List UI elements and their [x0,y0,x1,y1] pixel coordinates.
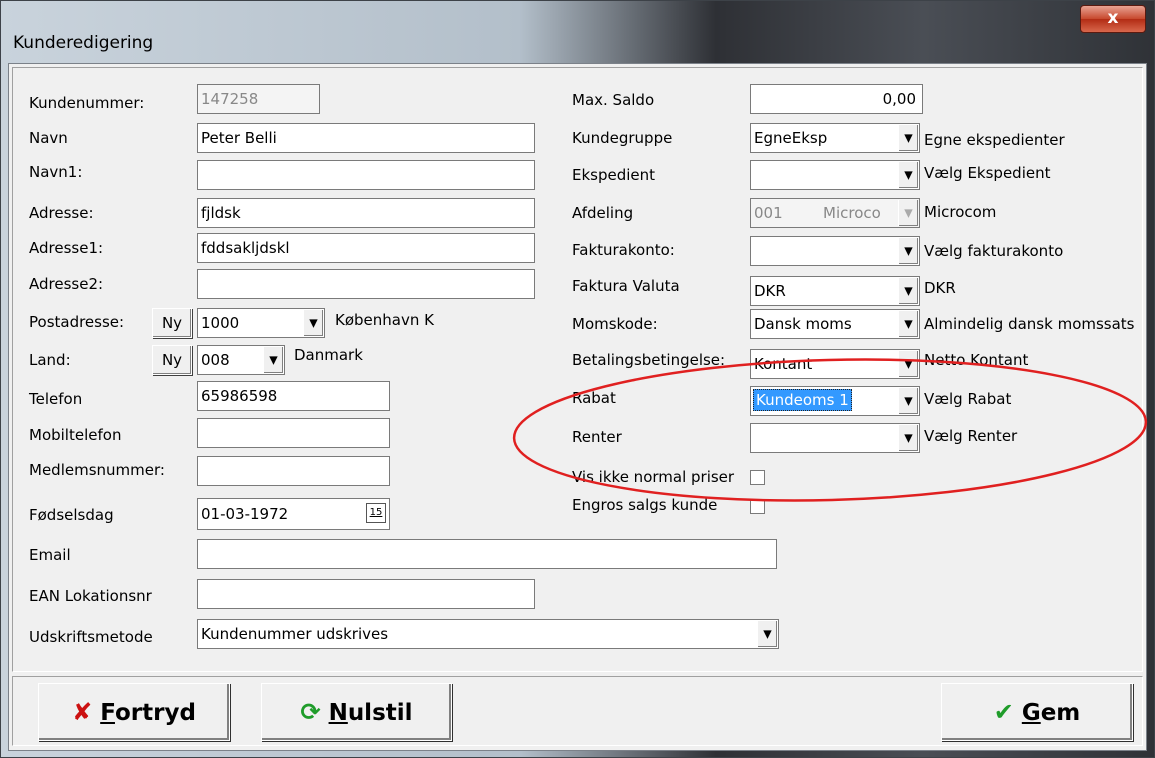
faktura-valuta-value: DKR [754,282,786,300]
medlemsnummer-label: Medlemsnummer: [29,461,165,479]
nulstil-mnemonic: N [328,700,348,726]
postadresse-label: Postadresse: [29,313,125,331]
navn1-field[interactable] [197,160,535,190]
foedselsdag-label: Fødselsdag [29,506,114,524]
land-label: Land: [29,351,71,369]
button-bar: ✘ Fortryd ⟳ Nulstil ✔ Gem [12,676,1143,746]
chevron-down-icon[interactable]: ▼ [898,238,918,264]
navn-label: Navn [29,129,68,147]
medlemsnummer-field[interactable] [197,456,390,486]
kundenummer-label: Kundenummer: [29,94,145,112]
afdeling-label: Afdeling [572,204,634,222]
kundegruppe-desc: Egne ekspedienter [924,131,1065,149]
email-label: Email [29,546,71,564]
postadresse-city: København K [335,311,434,329]
nulstil-label: ulstil [347,700,413,726]
max-saldo-field[interactable]: 0,00 [750,84,923,114]
foedselsdag-value: 01-03-1972 [201,505,289,523]
gem-label: em [1040,700,1081,726]
chevron-down-icon[interactable]: ▼ [898,200,918,226]
chevron-down-icon[interactable]: ▼ [898,278,918,304]
refresh-icon: ⟳ [300,698,321,726]
afdeling-desc: Microcom [924,203,997,221]
chevron-down-icon[interactable]: ▼ [263,347,283,373]
telefon-field[interactable]: 65986598 [197,381,390,411]
fakturakonto-desc: Vælg fakturakonto [924,242,1064,260]
navn1-label: Navn1: [29,163,83,181]
fakturakonto-dropdown[interactable]: ▼ [750,236,920,266]
cross-icon: ✘ [72,698,93,726]
fortryd-label: ortryd [114,700,196,726]
email-field[interactable] [197,539,777,569]
land-ny-button[interactable]: Ny [152,345,192,375]
postadresse-dropdown[interactable]: 1000 ▼ [197,308,325,338]
kundegruppe-dropdown[interactable]: EgneEksp ▼ [750,123,920,153]
adresse1-label: Adresse1: [29,239,104,257]
customer-form: Kundenummer: 147258 Navn Peter Belli Nav… [12,67,1148,672]
foedselsdag-field[interactable]: 01-03-1972 15 [197,498,390,530]
gem-mnemonic: G [1021,700,1041,726]
close-button[interactable]: x [1080,5,1146,33]
postadresse-value: 1000 [201,314,240,332]
fortryd-mnemonic: F [100,700,115,726]
checkmark-icon: ✔ [993,698,1014,726]
kundegruppe-value: EgneEksp [754,129,828,147]
ean-label: EAN Lokationsnr [29,587,152,605]
telefon-label: Telefon [29,390,83,408]
faktura-valuta-label: Faktura Valuta [572,277,680,295]
land-dropdown[interactable]: 008 ▼ [197,345,285,375]
ekspedient-label: Ekspedient [572,166,656,184]
afdeling-sub: Microco [823,204,881,222]
land-country: Danmark [294,346,363,364]
momskode-value: Dansk moms [754,315,852,333]
adresse-label: Adresse: [29,204,94,222]
momskode-dropdown[interactable]: Dansk moms ▼ [750,309,920,339]
ekspedient-desc: Vælg Ekspedient [924,164,1051,182]
momskode-desc: Almindelig dansk momssats [924,315,1135,333]
udskriftsmetode-label: Udskriftsmetode [29,628,153,646]
adresse-field[interactable]: fjldsk [197,198,535,228]
fakturakonto-label: Fakturakonto: [572,241,675,259]
kundegruppe-label: Kundegruppe [572,129,673,147]
udskriftsmetode-dropdown[interactable]: Kundenummer udskrives ▼ [197,619,779,649]
adresse2-field[interactable] [197,269,535,299]
faktura-valuta-dropdown[interactable]: DKR ▼ [750,276,920,306]
adresse1-field[interactable]: fddsakljdskl [197,233,535,263]
fortryd-button[interactable]: ✘ Fortryd [38,683,230,741]
land-value: 008 [201,351,230,369]
ekspedient-dropdown[interactable]: ▼ [750,160,920,190]
faktura-valuta-desc: DKR [924,279,956,297]
mobiltelefon-field[interactable] [197,418,390,448]
max-saldo-label: Max. Saldo [572,91,655,109]
dialog-window: Kunderedigering x Kundenummer: 147258 Na… [0,0,1155,758]
afdeling-value: 001 [754,204,783,222]
udskriftsmetode-value: Kundenummer udskrives [201,625,389,643]
navn-field[interactable]: Peter Belli [197,123,535,153]
chevron-down-icon[interactable]: ▼ [898,125,918,151]
mobiltelefon-label: Mobiltelefon [29,426,122,444]
chevron-down-icon[interactable]: ▼ [898,311,918,337]
chevron-down-icon[interactable]: ▼ [898,162,918,188]
dialog-client-area: Kundenummer: 147258 Navn Peter Belli Nav… [8,63,1148,751]
afdeling-dropdown[interactable]: 001 Microco ▼ [750,198,920,228]
window-title: Kunderedigering [13,33,154,53]
gem-button[interactable]: ✔ Gem [941,683,1133,741]
calendar-icon[interactable]: 15 [366,503,386,523]
nulstil-button[interactable]: ⟳ Nulstil [261,683,452,741]
kundenummer-field[interactable]: 147258 [197,84,320,114]
annotation-ellipse [512,358,1148,502]
adresse2-label: Adresse2: [29,275,104,293]
momskode-label: Momskode: [572,315,658,333]
postadresse-ny-button[interactable]: Ny [152,308,192,338]
chevron-down-icon[interactable]: ▼ [757,621,777,647]
ean-field[interactable] [197,579,535,609]
chevron-down-icon[interactable]: ▼ [303,310,323,336]
